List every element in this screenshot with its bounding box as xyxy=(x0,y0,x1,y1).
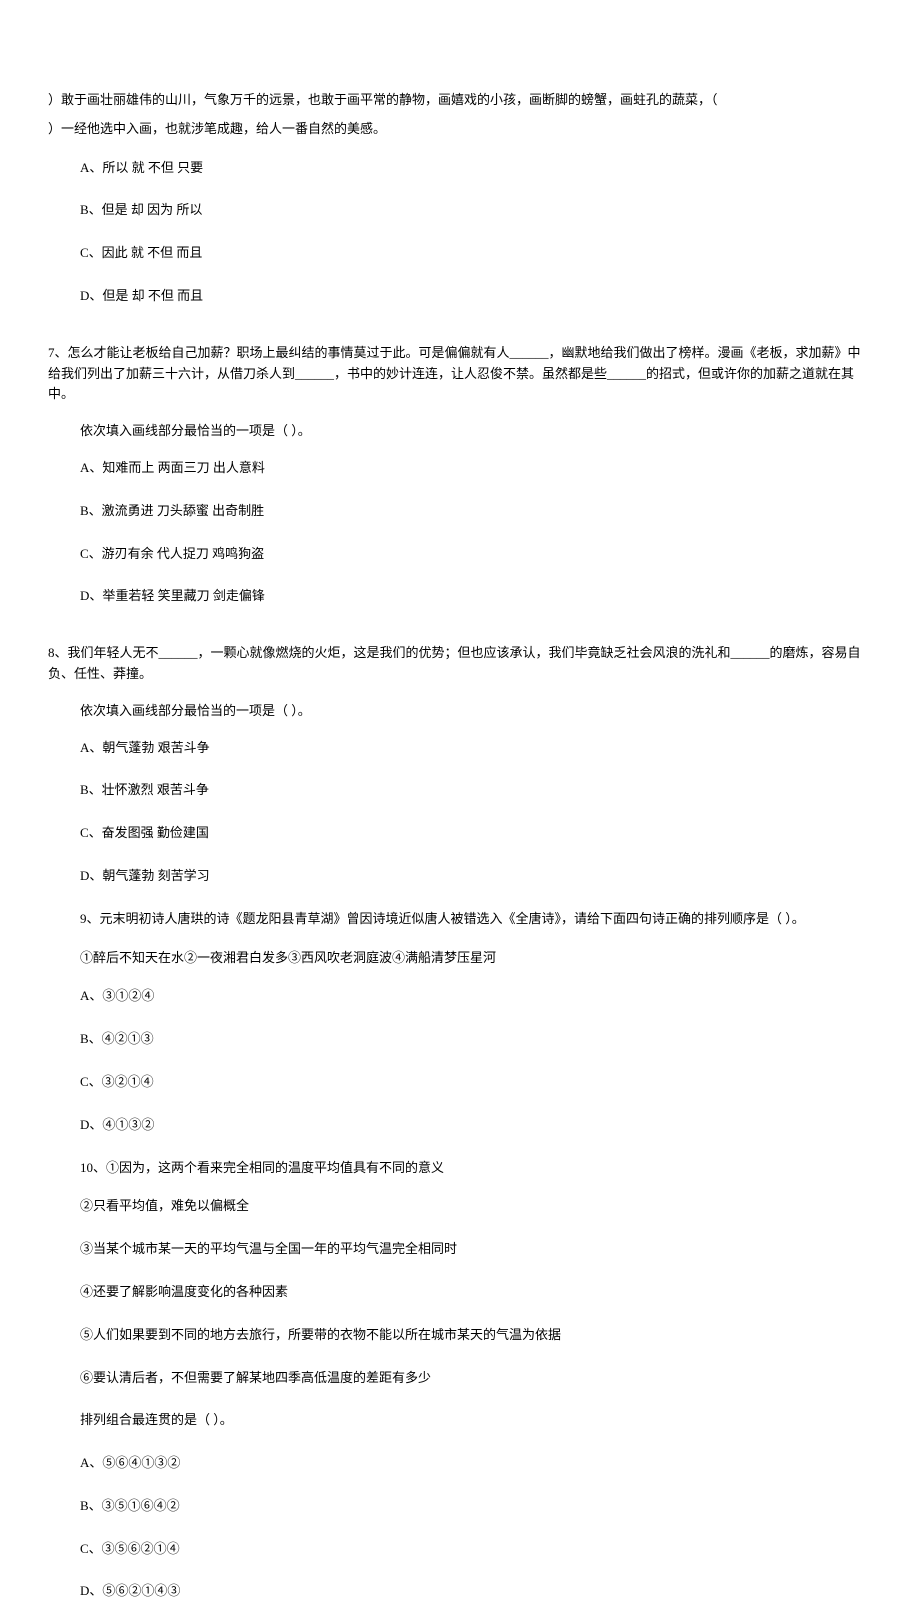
q8-option-a[interactable]: A、朝气蓬勃 艰苦斗争 xyxy=(80,738,920,759)
q6-intro-line1: ）敢于画壮丽雄伟的山川，气象万千的远景，也敢于画平常的静物，画嬉戏的小孩，画断脚… xyxy=(48,90,872,111)
q9-option-b[interactable]: B、④②①③ xyxy=(80,1029,920,1050)
q10-prompt: 排列组合最连贯的是（ ）。 xyxy=(80,1410,920,1431)
q8-option-c[interactable]: C、奋发图强 勤俭建国 xyxy=(80,823,920,844)
q6-intro-line2: ）一经他选中入画，也就涉笔成趣，给人一番自然的美感。 xyxy=(48,119,872,140)
q10-option-b[interactable]: B、③⑤①⑥④② xyxy=(80,1496,920,1517)
q10-option-c[interactable]: C、③⑤⑥②①④ xyxy=(80,1539,920,1560)
q8-option-d[interactable]: D、朝气蓬勃 刻苦学习 xyxy=(80,866,920,887)
q10-item-4: ④还要了解影响温度变化的各种因素 xyxy=(80,1282,920,1303)
q6-option-d[interactable]: D、但是 却 不但 而且 xyxy=(80,286,920,307)
q10-item-6: ⑥要认清后者，不但需要了解某地四季高低温度的差距有多少 xyxy=(80,1368,920,1389)
q9-option-c[interactable]: C、③②①④ xyxy=(80,1072,920,1093)
q6-option-b[interactable]: B、但是 却 因为 所以 xyxy=(80,200,920,221)
q9-poem: ①醉后不知天在水②一夜湘君白发多③西风吹老洞庭波④满船清梦压星河 xyxy=(80,948,920,969)
q9-option-a[interactable]: A、③①②④ xyxy=(80,986,920,1007)
q6-option-a[interactable]: A、所以 就 不但 只要 xyxy=(80,158,920,179)
q10-item-3: ③当某个城市某一天的平均气温与全国一年的平均气温完全相同时 xyxy=(80,1239,920,1260)
q8-prompt: 依次填入画线部分最恰当的一项是（ ）。 xyxy=(80,701,920,722)
q8-intro: 8、我们年轻人无不______，一颗心就像燃烧的火炬，这是我们的优势；但也应该承… xyxy=(48,643,872,685)
q7-option-c[interactable]: C、游刃有余 代人捉刀 鸡鸣狗盗 xyxy=(80,544,920,565)
q10-option-a[interactable]: A、⑤⑥④①③② xyxy=(80,1453,920,1474)
q8-option-b[interactable]: B、壮怀激烈 艰苦斗争 xyxy=(80,780,920,801)
q10-intro: 10、①因为，这两个看来完全相同的温度平均值具有不同的意义 xyxy=(80,1158,920,1179)
q7-intro: 7、怎么才能让老板给自己加薪？职场上最纠结的事情莫过于此。可是偏偏就有人____… xyxy=(48,343,872,405)
q10-item-2: ②只看平均值，难免以偏概全 xyxy=(80,1196,920,1217)
q7-option-b[interactable]: B、激流勇进 刀头舔蜜 出奇制胜 xyxy=(80,501,920,522)
q10-option-d[interactable]: D、⑤⑥②①④③ xyxy=(80,1581,920,1602)
q7-option-d[interactable]: D、举重若轻 笑里藏刀 剑走偏锋 xyxy=(80,586,920,607)
q9-intro: 9、元末明初诗人唐珙的诗《题龙阳县青草湖》曾因诗境近似唐人被错选入《全唐诗》，请… xyxy=(80,909,920,930)
q7-prompt: 依次填入画线部分最恰当的一项是（ ）。 xyxy=(80,421,920,442)
q6-option-c[interactable]: C、因此 就 不但 而且 xyxy=(80,243,920,264)
q7-option-a[interactable]: A、知难而上 两面三刀 出人意料 xyxy=(80,458,920,479)
q9-option-d[interactable]: D、④①③② xyxy=(80,1115,920,1136)
q10-item-5: ⑤人们如果要到不同的地方去旅行，所要带的衣物不能以所在城市某天的气温为依据 xyxy=(80,1325,920,1346)
